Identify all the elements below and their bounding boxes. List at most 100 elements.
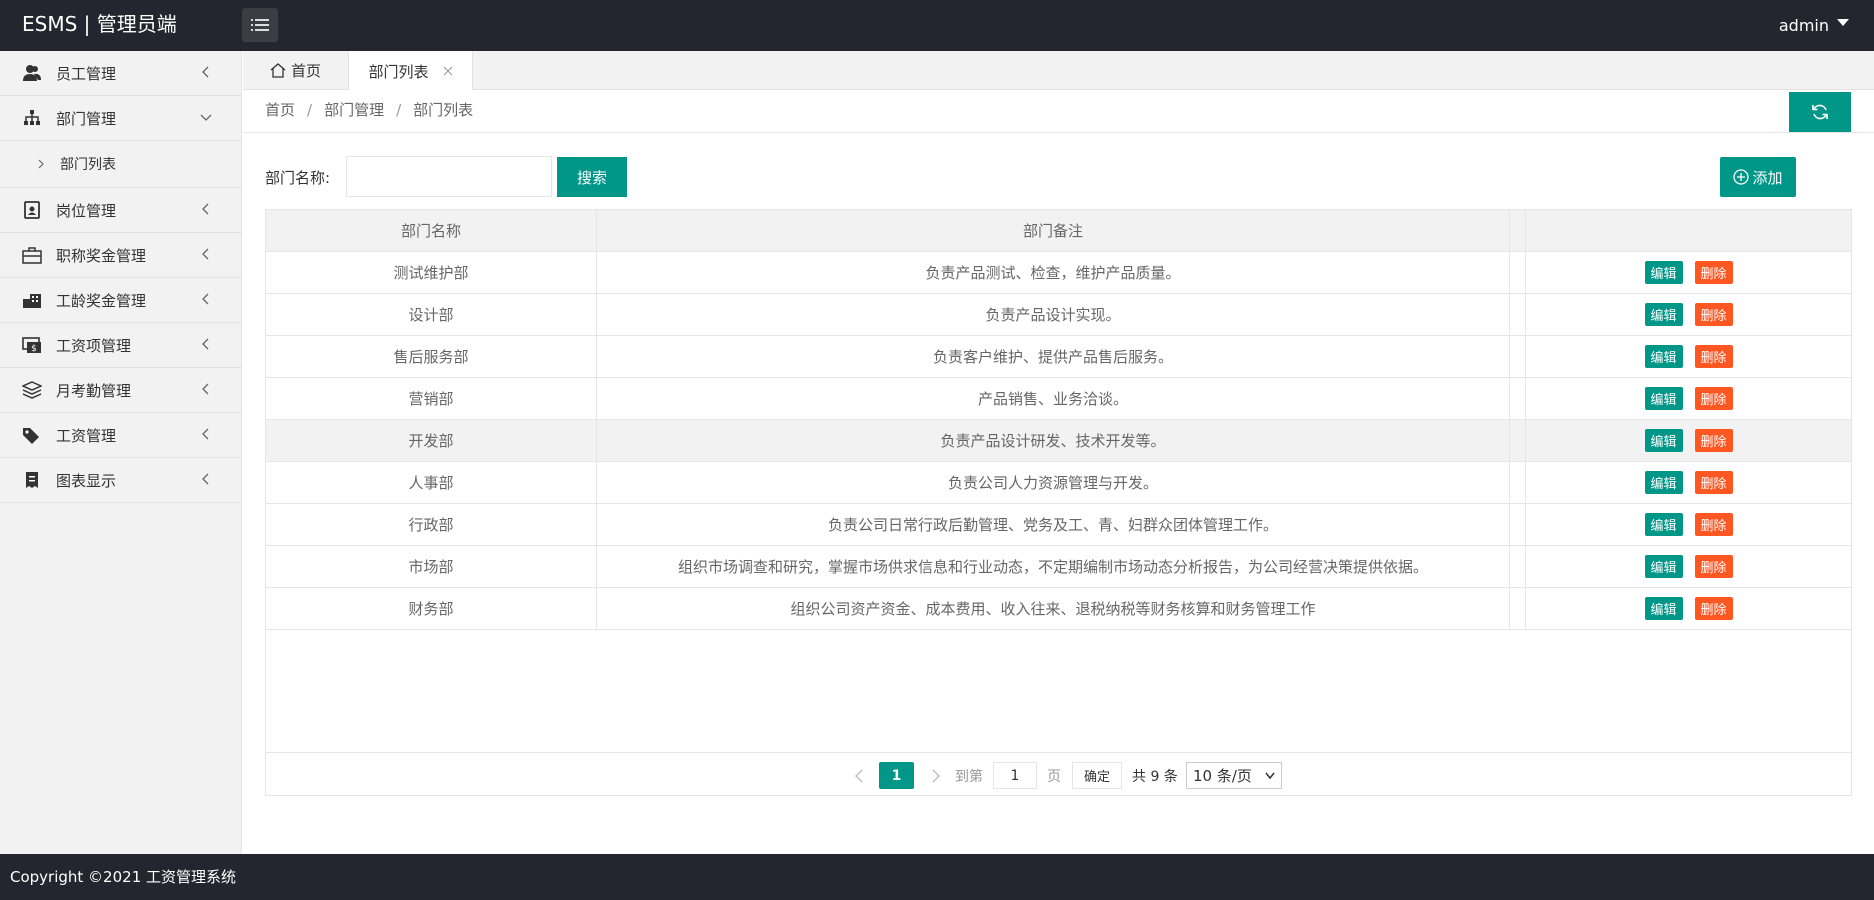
cell-actions: 编辑 删除 xyxy=(1526,336,1851,377)
chevron-left-icon xyxy=(202,338,209,350)
cell-actions: 编辑 删除 xyxy=(1526,546,1851,587)
delete-button[interactable]: 删除 xyxy=(1694,261,1733,284)
menu-toggle-button[interactable] xyxy=(242,8,278,42)
sidebar-item-charts[interactable]: 图表显示 xyxy=(0,458,241,503)
search-button[interactable]: 搜索 xyxy=(557,157,627,197)
edit-button[interactable]: 编辑 xyxy=(1644,345,1683,368)
chevron-left-icon xyxy=(202,293,209,305)
tab-bar: 首页 部门列表 xyxy=(243,51,1874,91)
edit-button[interactable]: 编辑 xyxy=(1644,471,1683,494)
cell-department-note: 负责客户维护、提供产品售后服务。 xyxy=(597,336,1510,377)
cell-department-name: 行政部 xyxy=(266,504,597,545)
sidebar-item-label: 部门管理 xyxy=(56,109,117,128)
add-button-label: 添加 xyxy=(1752,168,1783,187)
delete-button[interactable]: 删除 xyxy=(1694,597,1733,620)
table-row: 开发部 负责产品设计研发、技术开发等。 编辑 删除 xyxy=(266,420,1851,462)
breadcrumb: 首页 / 部门管理 / 部门列表 xyxy=(265,90,473,133)
cell-department-note: 负责产品设计研发、技术开发等。 xyxy=(597,420,1510,461)
cell-actions: 编辑 删除 xyxy=(1526,462,1851,503)
user-menu[interactable]: admin xyxy=(1779,0,1849,51)
page-size-select[interactable]: 10 条/页 xyxy=(1186,762,1282,789)
refresh-icon xyxy=(1812,104,1828,120)
money-icon: $ xyxy=(22,335,42,355)
table-row: 行政部 负责公司日常行政后勤管理、党务及工、青、妇群众团体管理工作。 编辑 删除 xyxy=(266,504,1851,546)
sitemap-icon xyxy=(22,108,42,128)
column-header-actions xyxy=(1526,210,1851,251)
table-row: 售后服务部 负责客户维护、提供产品售后服务。 编辑 删除 xyxy=(266,336,1851,378)
sidebar-item-seniority-bonus[interactable]: 工龄奖金管理 xyxy=(0,278,241,323)
cell-actions: 编辑 删除 xyxy=(1526,504,1851,545)
close-icon[interactable] xyxy=(443,66,453,76)
breadcrumb-bar: 首页 / 部门管理 / 部门列表 xyxy=(243,90,1874,133)
user-name: admin xyxy=(1778,16,1829,35)
edit-button[interactable]: 编辑 xyxy=(1644,387,1683,410)
pagination: 1 到第 1 页 确定 共 9 条 10 条/页 xyxy=(266,752,1851,796)
sidebar-item-label: 员工管理 xyxy=(56,64,117,83)
sidebar-item-label: 工龄奖金管理 xyxy=(56,291,147,310)
delete-button[interactable]: 删除 xyxy=(1694,303,1733,326)
chevron-right-icon xyxy=(38,159,44,169)
add-button[interactable]: 添加 xyxy=(1720,157,1796,197)
cell-actions: 编辑 删除 xyxy=(1526,294,1851,335)
chevron-left-icon xyxy=(855,769,863,782)
sidebar-item-attendance[interactable]: 月考勤管理 xyxy=(0,368,241,413)
svg-text:$: $ xyxy=(31,344,37,354)
plus-circle-icon xyxy=(1733,169,1750,185)
sidebar-item-employee[interactable]: 员工管理 xyxy=(0,51,241,96)
chevron-left-icon xyxy=(202,66,209,78)
top-header: ESMS | 管理员端 admin xyxy=(0,0,1874,51)
sidebar-item-title-bonus[interactable]: 职称奖金管理 xyxy=(0,233,241,278)
sidebar: 员工管理 部门管理 部门列表 岗位管理 职称奖金管理 工龄奖金管理 $ 工资项管… xyxy=(0,51,242,854)
edit-button[interactable]: 编辑 xyxy=(1644,261,1683,284)
refresh-button[interactable] xyxy=(1789,92,1851,132)
goto-confirm-button[interactable]: 确定 xyxy=(1072,762,1122,789)
edit-button[interactable]: 编辑 xyxy=(1644,303,1683,326)
delete-button[interactable]: 删除 xyxy=(1694,555,1733,578)
sidebar-subitem-department-list[interactable]: 部门列表 xyxy=(0,141,241,188)
next-page-button[interactable] xyxy=(928,762,944,789)
edit-button[interactable]: 编辑 xyxy=(1644,555,1683,578)
delete-button[interactable]: 删除 xyxy=(1694,345,1733,368)
department-name-input[interactable] xyxy=(346,156,552,197)
tab-home-label: 首页 xyxy=(290,62,321,80)
tab-department-list[interactable]: 部门列表 xyxy=(348,51,473,91)
edit-button[interactable]: 编辑 xyxy=(1644,597,1683,620)
cell-gutter xyxy=(1510,336,1526,377)
cell-department-name: 设计部 xyxy=(266,294,597,335)
table-row: 设计部 负责产品设计实现。 编辑 删除 xyxy=(266,294,1851,336)
cell-gutter xyxy=(1510,588,1526,629)
sidebar-item-label: 图表显示 xyxy=(56,471,117,490)
sidebar-item-salary-items[interactable]: $ 工资项管理 xyxy=(0,323,241,368)
delete-button[interactable]: 删除 xyxy=(1694,387,1733,410)
cell-gutter xyxy=(1510,420,1526,461)
cell-department-note: 负责产品设计实现。 xyxy=(597,294,1510,335)
cell-department-name: 人事部 xyxy=(266,462,597,503)
sidebar-item-position[interactable]: 岗位管理 xyxy=(0,188,241,233)
home-icon xyxy=(270,63,286,78)
chevron-down-icon xyxy=(1265,772,1275,779)
delete-button[interactable]: 删除 xyxy=(1694,429,1733,452)
prev-page-button[interactable] xyxy=(851,762,867,789)
page-size-value: 10 条/页 xyxy=(1193,767,1252,785)
edit-button[interactable]: 编辑 xyxy=(1644,513,1683,536)
goto-page-input[interactable]: 1 xyxy=(993,762,1037,789)
sidebar-item-department[interactable]: 部门管理 xyxy=(0,96,241,141)
briefcase-icon xyxy=(22,245,42,265)
chevron-left-icon xyxy=(202,473,209,485)
sidebar-item-salary[interactable]: 工资管理 xyxy=(0,413,241,458)
breadcrumb-item-department[interactable]: 部门管理 xyxy=(324,90,384,133)
tab-home[interactable]: 首页 xyxy=(243,51,348,90)
sidebar-item-label: 工资管理 xyxy=(56,426,117,445)
delete-button[interactable]: 删除 xyxy=(1694,471,1733,494)
tab-label: 部门列表 xyxy=(368,62,429,81)
users-icon xyxy=(22,63,42,83)
breadcrumb-item-home[interactable]: 首页 xyxy=(265,90,295,133)
cell-actions: 编辑 删除 xyxy=(1526,252,1851,293)
delete-button[interactable]: 删除 xyxy=(1694,513,1733,536)
chevron-left-icon xyxy=(202,248,209,260)
cell-gutter xyxy=(1510,294,1526,335)
page-number-current[interactable]: 1 xyxy=(879,762,914,789)
edit-button[interactable]: 编辑 xyxy=(1644,429,1683,452)
cell-department-name: 售后服务部 xyxy=(266,336,597,377)
cell-gutter xyxy=(1510,252,1526,293)
